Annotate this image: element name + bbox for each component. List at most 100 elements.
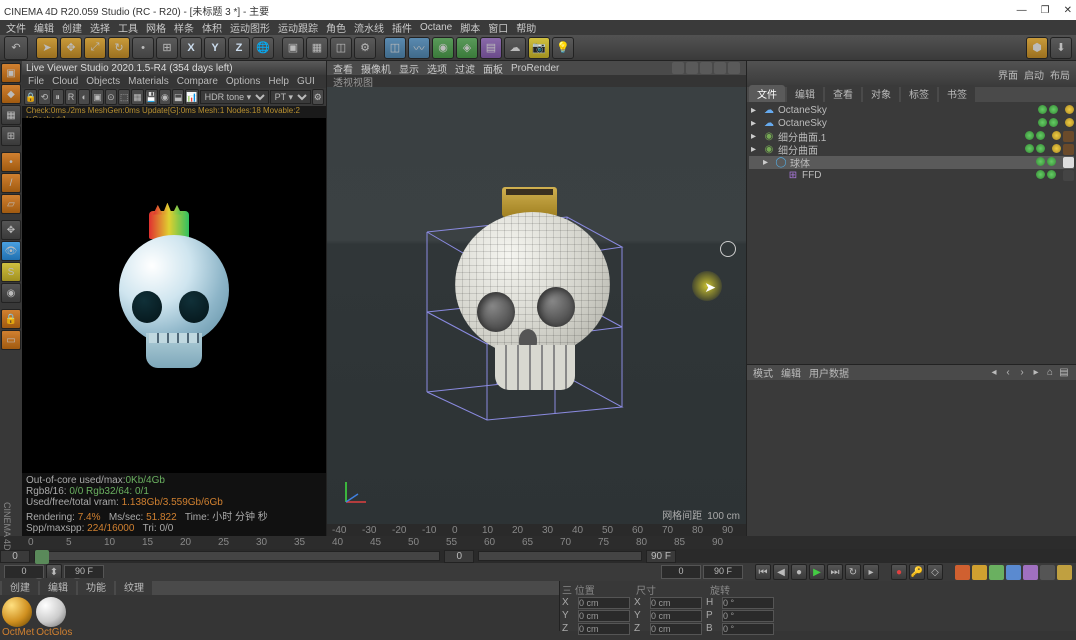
- attr-nav-first[interactable]: ◂: [988, 367, 1000, 378]
- playhead[interactable]: [35, 550, 49, 564]
- expand-icon[interactable]: ▸: [751, 144, 760, 155]
- obj-tab-查看[interactable]: 查看: [825, 85, 861, 102]
- vp-menu-面板[interactable]: 面板: [483, 61, 503, 76]
- menu-帮助[interactable]: 帮助: [516, 20, 536, 35]
- key-opts2-toggle[interactable]: [1057, 565, 1072, 580]
- hdr-mode-select[interactable]: HDR tone ▾: [200, 90, 269, 104]
- frame-current-input[interactable]: 0: [444, 550, 474, 563]
- vis-render-toggle[interactable]: [1047, 157, 1056, 166]
- attr-tab-编辑[interactable]: 编辑: [781, 365, 801, 380]
- pos-key-toggle[interactable]: [955, 565, 970, 580]
- expand-icon[interactable]: ▸: [763, 157, 772, 168]
- lv-channel-icon[interactable]: ▦: [131, 89, 143, 105]
- vis-render-toggle[interactable]: [1049, 105, 1058, 114]
- lv-reset-icon[interactable]: R: [65, 89, 77, 105]
- object-tag[interactable]: [1065, 105, 1074, 114]
- menu-编辑[interactable]: 编辑: [34, 20, 54, 35]
- vis-render-toggle[interactable]: [1047, 170, 1056, 179]
- vp-menu-显示[interactable]: 显示: [399, 61, 419, 76]
- rh-布局[interactable]: 布局: [1050, 67, 1070, 82]
- y-axis-toggle[interactable]: Y: [204, 37, 226, 59]
- vp-menu-选项[interactable]: 选项: [427, 61, 447, 76]
- play-btn-5[interactable]: ↻: [845, 564, 861, 580]
- lv-aov-icon[interactable]: ◉: [159, 89, 171, 105]
- tree-row-FFD[interactable]: ⊞FFD: [749, 169, 1074, 182]
- scale-tool[interactable]: ⤢: [84, 37, 106, 59]
- menu-选择[interactable]: 选择: [90, 20, 110, 35]
- menu-角色[interactable]: 角色: [326, 20, 346, 35]
- size-X-input[interactable]: [650, 597, 702, 609]
- frame-start-input[interactable]: 0: [0, 550, 30, 563]
- obj-tab-标签[interactable]: 标签: [901, 85, 937, 102]
- object-label[interactable]: 球体: [790, 155, 1033, 170]
- pla-key-toggle[interactable]: [1023, 565, 1038, 580]
- attr-nav-menu[interactable]: ▤: [1058, 367, 1070, 378]
- vp-zoom-icon[interactable]: [700, 62, 712, 74]
- camera-button[interactable]: 📷: [528, 37, 550, 59]
- close-button[interactable]: ✕: [1064, 5, 1072, 16]
- spline-button[interactable]: 〰: [408, 37, 430, 59]
- rot-P-input[interactable]: [722, 610, 774, 622]
- render-settings-button[interactable]: ⚙: [354, 37, 376, 59]
- lv-menu-Options[interactable]: Options: [226, 76, 260, 87]
- lv-menu-Materials[interactable]: Materials: [128, 76, 169, 87]
- keyframe-sel-button[interactable]: ◇: [927, 564, 943, 580]
- tree-row-球体[interactable]: ▸◯球体: [749, 156, 1074, 169]
- render-region-button[interactable]: ▦: [306, 37, 328, 59]
- material-OctGlos[interactable]: OctGlos: [36, 597, 72, 638]
- frame-end-input[interactable]: 90 F: [646, 550, 676, 563]
- octane-settings-icon[interactable]: ⬢: [1026, 37, 1048, 59]
- octane-live-icon[interactable]: ⬇: [1050, 37, 1072, 59]
- viewport-solo-button[interactable]: 👁: [1, 241, 21, 261]
- kernel-select[interactable]: PT ▾: [270, 90, 311, 104]
- rot-B-input[interactable]: [722, 623, 774, 635]
- autokey-button[interactable]: 🔑: [909, 564, 925, 580]
- play-btn-3[interactable]: ▶: [809, 564, 825, 580]
- menu-窗口[interactable]: 窗口: [488, 20, 508, 35]
- tree-row-OctaneSky[interactable]: ▸☁OctaneSky: [749, 104, 1074, 117]
- object-tag2[interactable]: [1063, 131, 1074, 142]
- vp-menu-过滤[interactable]: 过滤: [455, 61, 475, 76]
- vis-editor-toggle[interactable]: [1038, 118, 1047, 127]
- model-mode-button[interactable]: ▣: [1, 63, 21, 83]
- menu-文件[interactable]: 文件: [6, 20, 26, 35]
- obj-tab-文件[interactable]: 文件: [749, 85, 785, 102]
- subdivision-button[interactable]: ◈: [456, 37, 478, 59]
- lv-menu-File[interactable]: File: [28, 76, 44, 87]
- object-label[interactable]: FFD: [802, 170, 1033, 181]
- lv-region-icon[interactable]: ▣: [91, 89, 103, 105]
- point-mode-button[interactable]: •: [1, 152, 21, 172]
- frame-field-a[interactable]: 0: [4, 565, 44, 579]
- rotate-tool[interactable]: ↻: [108, 37, 130, 59]
- attr-nav-next[interactable]: ›: [1016, 367, 1028, 378]
- mat-tab-编辑[interactable]: 编辑: [40, 578, 76, 595]
- vp-menu-ProRender[interactable]: ProRender: [511, 63, 559, 74]
- object-tag[interactable]: [1065, 118, 1074, 127]
- mat-tab-创建[interactable]: 创建: [2, 578, 38, 595]
- play-btn-2[interactable]: ●: [791, 564, 807, 580]
- live-viewer-canvas[interactable]: [22, 118, 326, 473]
- menu-流水线[interactable]: 流水线: [354, 20, 384, 35]
- rot-H-input[interactable]: [722, 597, 774, 609]
- menu-Octane[interactable]: Octane: [420, 22, 452, 33]
- vp-max-icon[interactable]: [728, 62, 740, 74]
- mat-tab-功能[interactable]: 功能: [78, 578, 114, 595]
- vis-render-toggle[interactable]: [1036, 131, 1045, 140]
- object-mode-button[interactable]: ◆: [1, 84, 21, 104]
- lv-focus-icon[interactable]: ⊙: [105, 89, 117, 105]
- frame-field-b[interactable]: 90 F: [64, 565, 104, 579]
- menu-体积[interactable]: 体积: [202, 20, 222, 35]
- lv-save-icon[interactable]: 💾: [145, 89, 158, 105]
- live-select-tool[interactable]: ➤: [36, 37, 58, 59]
- last-tool[interactable]: •: [132, 37, 154, 59]
- play-btn-1[interactable]: ◀: [773, 564, 789, 580]
- lv-pick-icon[interactable]: ⬚: [118, 89, 130, 105]
- lv-lock-icon[interactable]: 🔒: [24, 89, 37, 105]
- lv-clay-icon[interactable]: ◐: [78, 89, 90, 105]
- viewport-canvas[interactable]: ➤ 网格间距 100 cm: [327, 87, 746, 524]
- lv-histogram-icon[interactable]: 📊: [185, 89, 198, 105]
- expand-icon[interactable]: ▸: [751, 131, 760, 142]
- play-btn-0[interactable]: ⏮: [755, 564, 771, 580]
- light-button[interactable]: 💡: [552, 37, 574, 59]
- key-opts-toggle[interactable]: [1040, 565, 1055, 580]
